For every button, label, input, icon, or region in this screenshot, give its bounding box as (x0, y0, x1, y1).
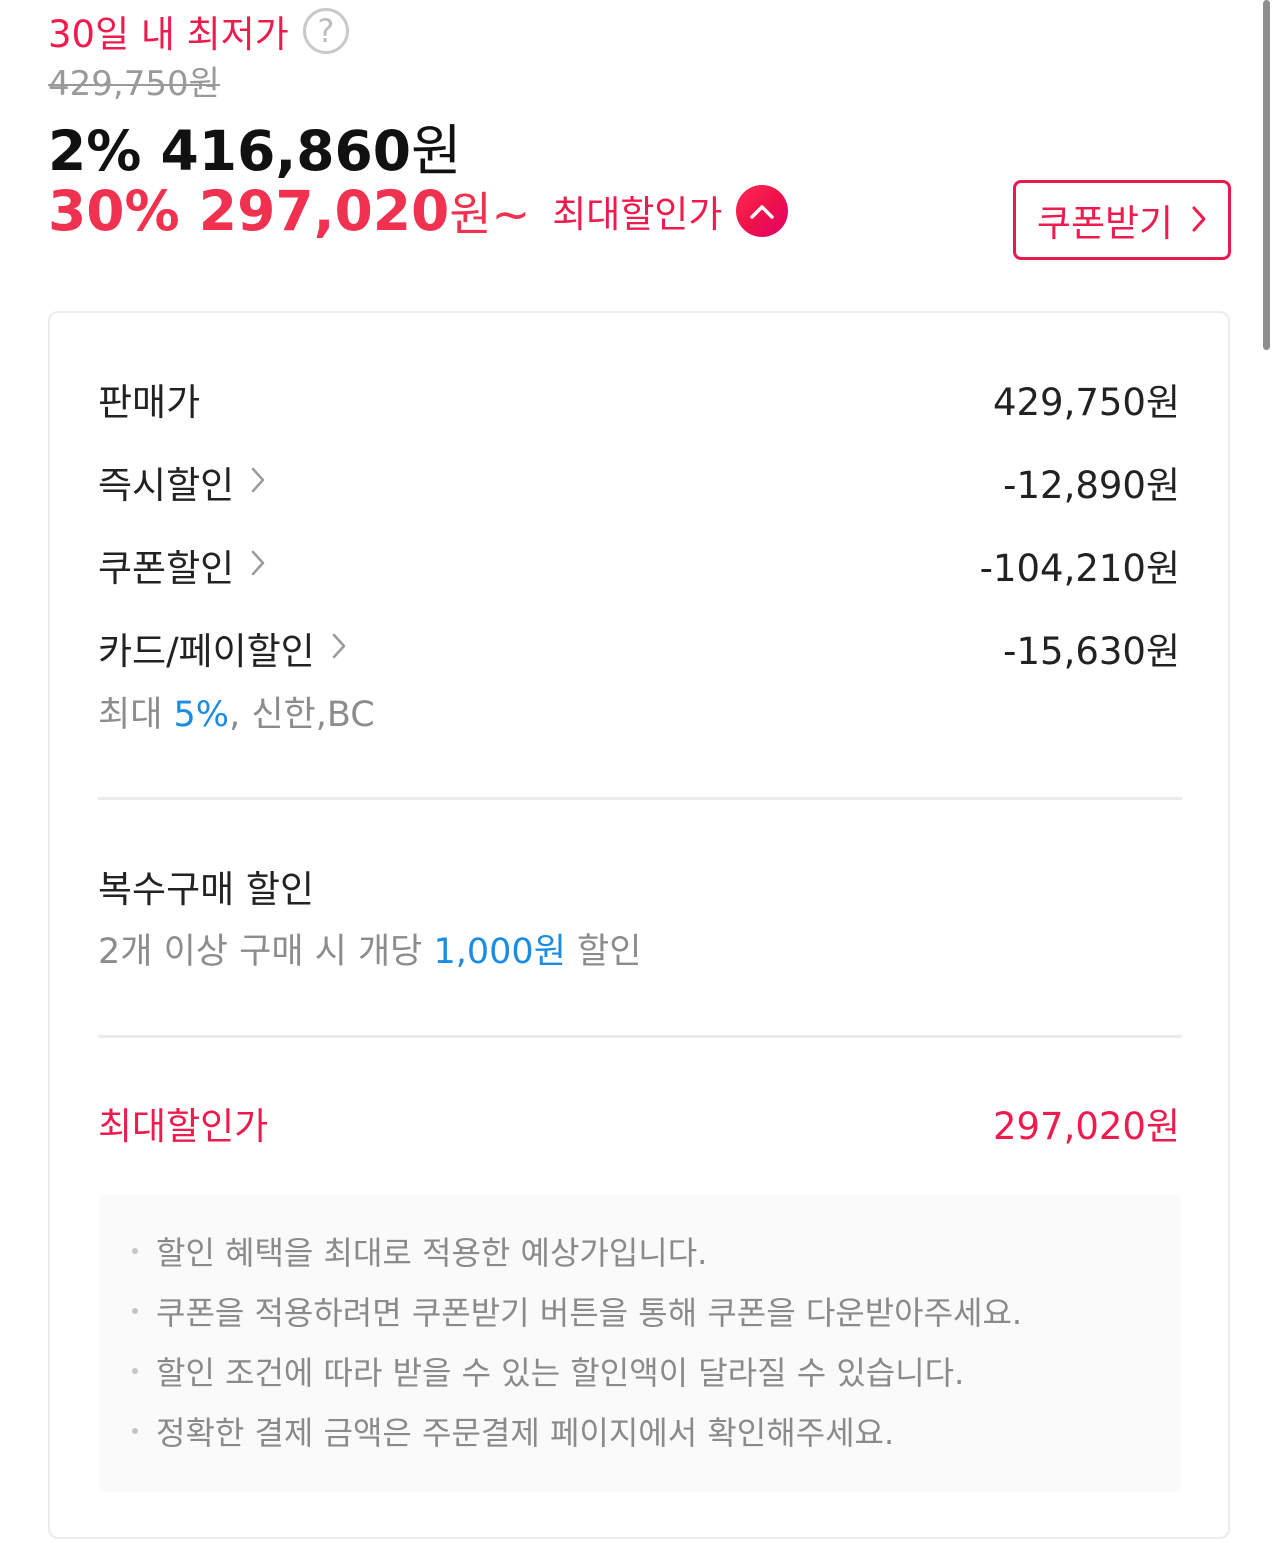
notice-text: 정확한 결제 금액은 주문결제 페이지에서 확인해주세요. (156, 1414, 895, 1452)
bullet-icon (132, 1248, 138, 1254)
row-label: 쿠폰할인 (98, 547, 235, 590)
card-discount-note: 최대 5%, 신한,BC (98, 686, 375, 737)
get-coupon-label: 쿠폰받기 (1036, 202, 1174, 245)
notice-item: 정확한 결제 금액은 주문결제 페이지에서 확인해주세요. (132, 1401, 1182, 1461)
bullet-icon (132, 1308, 138, 1314)
divider (98, 1035, 1182, 1038)
multi-buy-amount: 1,000원 (433, 932, 566, 972)
sale-price: 2% 416,860원 (48, 106, 462, 186)
card-note-prefix: 최대 (98, 695, 174, 735)
notice-box: 할인 혜택을 최대로 적용한 예상가입니다. 쿠폰을 적용하려면 쿠폰받기 버튼… (98, 1195, 1182, 1492)
lowest-price-30days: 30일 내 최저가 ? (48, 4, 349, 58)
bullet-icon (132, 1428, 138, 1434)
max-percent-price: 30% 297,020 (48, 179, 450, 243)
card-pay-discount-row[interactable]: 카드/페이할인 (98, 621, 347, 675)
bullet-icon (132, 1368, 138, 1374)
breakdown-label-sale-price: 판매가 (98, 372, 200, 426)
notice-text: 할인 조건에 따라 받을 수 있는 할인액이 달라질 수 있습니다. (156, 1354, 965, 1392)
multi-buy-title-text: 복수구매 할인 (98, 868, 315, 911)
chevron-up-icon[interactable] (736, 185, 789, 237)
max-discount-label: 최대할인가 (552, 193, 723, 236)
row-label: 판매가 (98, 381, 201, 424)
divider (98, 797, 1182, 800)
coupon-discount-row[interactable]: 쿠폰할인 (98, 538, 266, 592)
chevron-right-icon (250, 544, 266, 587)
multi-buy-desc: 2개 이상 구매 시 개당 1,000원 할인 (98, 923, 641, 974)
row-label: 즉시할인 (98, 464, 235, 507)
multi-buy-title: 복수구매 할인 (98, 859, 314, 913)
card-note-percent: 5% (173, 695, 230, 735)
instant-discount-row[interactable]: 즉시할인 (98, 455, 266, 509)
chevron-right-icon (250, 461, 266, 504)
get-coupon-button[interactable]: 쿠폰받기 (1013, 180, 1231, 260)
chevron-right-icon (331, 627, 347, 670)
breakdown-value-sale-price: 429,750원 (992, 381, 1180, 424)
notice-text: 할인 혜택을 최대로 적용한 예상가입니다. (156, 1234, 708, 1272)
row-label: 카드/페이할인 (98, 630, 315, 673)
max-discount-headline: 30% 297,020 원~ 최대할인가 (48, 178, 789, 244)
sale-percent-price: 2% 416,860 (48, 119, 412, 183)
card-pay-discount-value: -15,630원 (1003, 630, 1180, 673)
max-discount-row-value: 297,020원 (992, 1105, 1180, 1148)
notice-item: 할인 조건에 따라 받을 수 있는 할인액이 달라질 수 있습니다. (132, 1341, 1182, 1401)
card-note-issuers: , 신한,BC (229, 695, 375, 735)
original-price: 429,750원 (48, 64, 220, 104)
chevron-right-icon (1191, 199, 1207, 242)
scrollbar[interactable] (1263, 0, 1270, 350)
max-price-unit: 원~ (449, 187, 531, 241)
multi-buy-desc-suffix: 할인 (565, 932, 642, 972)
notice-item: 쿠폰을 적용하려면 쿠폰받기 버튼을 통해 쿠폰을 다운받아주세요. (132, 1281, 1182, 1341)
notice-text: 쿠폰을 적용하려면 쿠폰받기 버튼을 통해 쿠폰을 다운받아주세요. (156, 1294, 1023, 1332)
max-discount-row-label: 최대할인가 (98, 1105, 269, 1148)
sale-price-unit: 원 (411, 119, 462, 183)
notice-item: 할인 혜택을 최대로 적용한 예상가입니다. (132, 1221, 1182, 1281)
multi-buy-desc-prefix: 2개 이상 구매 시 개당 (98, 932, 434, 972)
question-circle-icon[interactable]: ? (302, 8, 349, 54)
instant-discount-value: -12,890원 (1003, 464, 1180, 507)
coupon-discount-value: -104,210원 (979, 547, 1180, 590)
lowest-price-label: 30일 내 최저가 (48, 13, 289, 56)
